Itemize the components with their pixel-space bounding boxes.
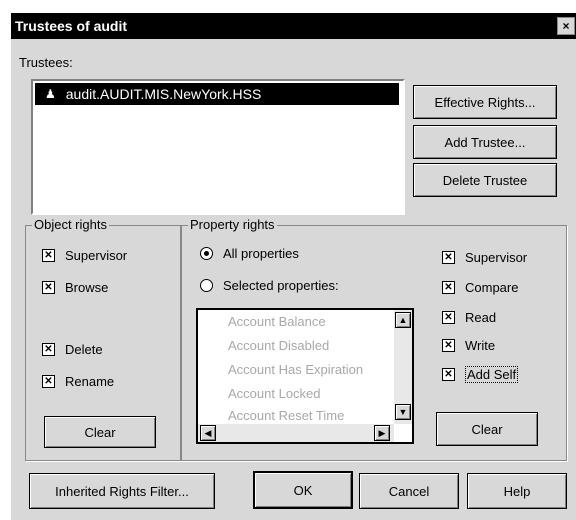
ok-button[interactable]: OK	[253, 471, 353, 509]
cancel-button[interactable]: Cancel	[359, 473, 459, 509]
checkbox-checked-icon: ✕	[42, 343, 55, 356]
checkbox-checked-icon: ✕	[442, 251, 455, 264]
selected-properties-label: Selected properties:	[223, 278, 339, 293]
window-title: Trustees of audit	[15, 18, 128, 34]
object-supervisor-label: Supervisor	[65, 248, 128, 263]
vertical-scrollbar[interactable]: ▲ ▼	[394, 310, 412, 424]
all-properties-label: All properties	[223, 246, 299, 261]
dialog-window: Trustees of audit × Trustees: ♟ audit.AU…	[10, 12, 576, 520]
checkbox-checked-icon: ✕	[42, 281, 55, 294]
property-item[interactable]: Account Has Expiration	[228, 362, 388, 377]
user-icon: ♟	[45, 87, 56, 101]
object-delete-checkbox[interactable]: ✕ Delete	[42, 342, 103, 357]
property-item[interactable]: Account Balance	[228, 314, 326, 329]
object-browse-label: Browse	[65, 280, 109, 295]
selected-properties-radio[interactable]: Selected properties:	[200, 278, 339, 293]
delete-trustee-button[interactable]: Delete Trustee	[413, 163, 557, 197]
property-supervisor-checkbox[interactable]: ✕ Supervisor	[442, 250, 527, 265]
scroll-down-icon[interactable]: ▼	[395, 404, 411, 420]
checkbox-checked-icon: ✕	[442, 281, 455, 294]
property-add-self-label: Add Self	[465, 366, 519, 383]
checkbox-checked-icon: ✕	[442, 368, 455, 381]
object-rights-title: Object rights	[32, 217, 109, 232]
scroll-right-icon[interactable]: ▶	[374, 425, 390, 441]
scroll-left-icon[interactable]: ◀	[200, 425, 216, 441]
object-delete-label: Delete	[65, 342, 103, 357]
property-read-label: Read	[465, 310, 497, 325]
title-bar[interactable]: Trustees of audit ×	[11, 13, 576, 39]
object-rename-checkbox[interactable]: ✕ Rename	[42, 374, 114, 389]
property-item[interactable]: Account Reset Time	[228, 408, 344, 423]
property-write-checkbox[interactable]: ✕ Write	[442, 338, 495, 353]
property-read-checkbox[interactable]: ✕ Read	[442, 310, 496, 325]
object-rename-label: Rename	[65, 374, 115, 389]
trustees-listbox[interactable]: ♟ audit.AUDIT.MIS.NewYork.HSS	[31, 79, 405, 215]
trustee-item-selected[interactable]: ♟ audit.AUDIT.MIS.NewYork.HSS	[35, 83, 399, 105]
trustees-label: Trustees:	[19, 55, 73, 70]
close-icon[interactable]: ×	[557, 17, 575, 35]
effective-rights-button[interactable]: Effective Rights...	[413, 85, 557, 119]
checkbox-checked-icon: ✕	[442, 339, 455, 352]
checkbox-checked-icon: ✕	[42, 249, 55, 262]
property-item[interactable]: Account Locked	[228, 386, 321, 401]
radio-unselected-icon	[200, 279, 213, 292]
property-rights-title: Property rights	[188, 217, 277, 232]
object-supervisor-checkbox[interactable]: ✕ Supervisor	[42, 248, 127, 263]
horizontal-scrollbar[interactable]: ◀ ▶	[198, 424, 394, 442]
properties-listbox[interactable]: Account Balance Account Disabled Account…	[196, 308, 414, 444]
property-item[interactable]: Account Disabled	[228, 338, 329, 353]
checkbox-checked-icon: ✕	[42, 375, 55, 388]
clear-object-rights-button[interactable]: Clear	[44, 416, 156, 448]
property-add-self-checkbox[interactable]: ✕ Add Self	[442, 366, 519, 383]
trustee-item-label: audit.AUDIT.MIS.NewYork.HSS	[65, 86, 262, 102]
help-button[interactable]: Help	[467, 473, 567, 509]
all-properties-radio[interactable]: All properties	[200, 246, 299, 261]
inherited-rights-filter-button[interactable]: Inherited Rights Filter...	[29, 473, 215, 509]
property-compare-label: Compare	[465, 280, 519, 295]
scroll-up-icon[interactable]: ▲	[395, 312, 411, 328]
property-compare-checkbox[interactable]: ✕ Compare	[442, 280, 518, 295]
object-browse-checkbox[interactable]: ✕ Browse	[42, 280, 108, 295]
checkbox-checked-icon: ✕	[442, 311, 455, 324]
add-trustee-button[interactable]: Add Trustee...	[413, 125, 557, 159]
clear-property-rights-button[interactable]: Clear	[436, 412, 538, 446]
property-rights-group: Property rights All properties Selected …	[181, 217, 567, 461]
property-supervisor-label: Supervisor	[465, 250, 528, 265]
object-rights-group: Object rights ✕ Supervisor ✕ Browse ✕ De…	[25, 217, 181, 461]
radio-selected-icon	[200, 247, 213, 260]
property-write-label: Write	[465, 338, 496, 353]
